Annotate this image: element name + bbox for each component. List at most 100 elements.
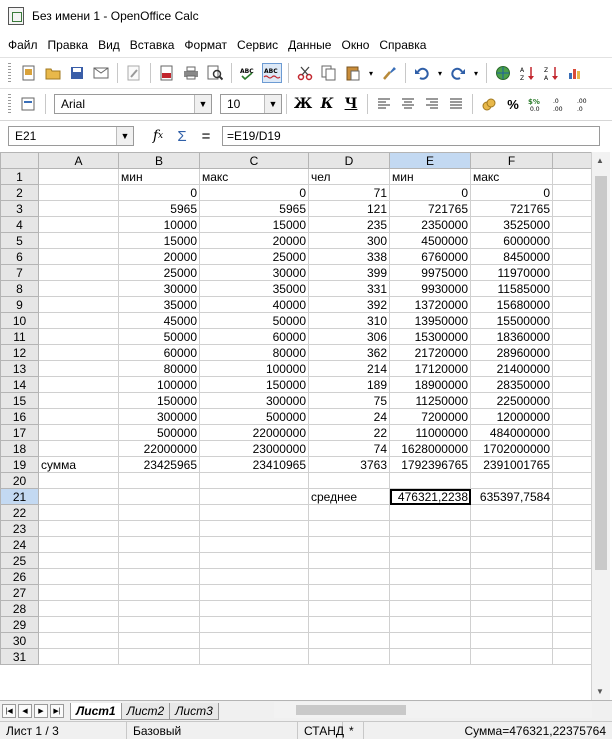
cell-B11[interactable]: 50000 <box>118 328 200 345</box>
cell-D2[interactable]: 71 <box>308 184 390 201</box>
row-header[interactable]: 29 <box>0 616 39 633</box>
cell-A10[interactable] <box>38 312 119 329</box>
cell-D25[interactable] <box>308 552 390 569</box>
cell-A1[interactable] <box>38 168 119 185</box>
underline-button[interactable]: Ч <box>341 94 361 114</box>
menu-window[interactable]: Окно <box>341 38 369 52</box>
cell-E31[interactable] <box>389 648 471 665</box>
row-header[interactable]: 2 <box>0 184 39 201</box>
formula-input[interactable]: =E19/D19 <box>222 126 600 146</box>
cell-C7[interactable]: 30000 <box>199 264 309 281</box>
cell-D4[interactable]: 235 <box>308 216 390 233</box>
column-header[interactable]: B <box>118 152 200 169</box>
sum-icon[interactable]: Σ <box>172 126 192 146</box>
cell-E5[interactable]: 4500000 <box>389 232 471 249</box>
cell-A8[interactable] <box>38 280 119 297</box>
cell-B28[interactable] <box>118 600 200 617</box>
row-header[interactable]: 12 <box>0 344 39 361</box>
cell-empty[interactable] <box>552 424 593 441</box>
row-header[interactable]: 26 <box>0 568 39 585</box>
cell-empty[interactable] <box>552 360 593 377</box>
cell-F25[interactable] <box>470 552 553 569</box>
cell-C18[interactable]: 23000000 <box>199 440 309 457</box>
cell-empty[interactable] <box>552 312 593 329</box>
cell-C8[interactable]: 35000 <box>199 280 309 297</box>
cell-B17[interactable]: 500000 <box>118 424 200 441</box>
cell-C16[interactable]: 500000 <box>199 408 309 425</box>
cell-E27[interactable] <box>389 584 471 601</box>
percent-format-icon[interactable]: % <box>503 94 523 114</box>
cell-E29[interactable] <box>389 616 471 633</box>
cell-D7[interactable]: 399 <box>308 264 390 281</box>
cell-D13[interactable]: 214 <box>308 360 390 377</box>
cell-F10[interactable]: 15500000 <box>470 312 553 329</box>
cell-B8[interactable]: 30000 <box>118 280 200 297</box>
status-page-style[interactable]: Базовый <box>127 722 298 739</box>
cell-empty[interactable] <box>552 264 593 281</box>
cell-empty[interactable] <box>552 408 593 425</box>
align-left-icon[interactable] <box>374 94 394 114</box>
cell-E16[interactable]: 7200000 <box>389 408 471 425</box>
cell-A22[interactable] <box>38 504 119 521</box>
cell-F20[interactable] <box>470 472 553 489</box>
cell-empty[interactable] <box>552 552 593 569</box>
row-header[interactable]: 28 <box>0 600 39 617</box>
cell-D16[interactable]: 24 <box>308 408 390 425</box>
cell-E30[interactable] <box>389 632 471 649</box>
name-box[interactable]: E21 ▼ <box>8 126 134 146</box>
cell-C15[interactable]: 300000 <box>199 392 309 409</box>
row-header[interactable]: 18 <box>0 440 39 457</box>
last-sheet-icon[interactable]: ▶| <box>50 704 64 718</box>
cell-D26[interactable] <box>308 568 390 585</box>
cell-E14[interactable]: 18900000 <box>389 376 471 393</box>
cell-empty[interactable] <box>552 472 593 489</box>
sheet-tab-1[interactable]: Лист1 <box>70 702 122 720</box>
row-header[interactable]: 20 <box>0 472 39 489</box>
cell-F6[interactable]: 8450000 <box>470 248 553 265</box>
cell-E18[interactable]: 1628000000 <box>389 440 471 457</box>
cell-A29[interactable] <box>38 616 119 633</box>
cell-E15[interactable]: 11250000 <box>389 392 471 409</box>
row-header[interactable]: 15 <box>0 392 39 409</box>
cell-empty[interactable] <box>552 392 593 409</box>
cell-C21[interactable] <box>199 488 309 505</box>
cell-B31[interactable] <box>118 648 200 665</box>
cell-empty[interactable] <box>552 536 593 553</box>
cell-F11[interactable]: 18360000 <box>470 328 553 345</box>
cell-A14[interactable] <box>38 376 119 393</box>
cell-B7[interactable]: 25000 <box>118 264 200 281</box>
cell-C25[interactable] <box>199 552 309 569</box>
cell-F7[interactable]: 11970000 <box>470 264 553 281</box>
cell-empty[interactable] <box>552 232 593 249</box>
cell-C1[interactable]: макс <box>199 168 309 185</box>
cell-empty[interactable] <box>552 488 593 505</box>
horizontal-scroll-thumb[interactable] <box>296 705 406 715</box>
cell-C27[interactable] <box>199 584 309 601</box>
column-header[interactable]: D <box>308 152 390 169</box>
cell-A7[interactable] <box>38 264 119 281</box>
edit-file-icon[interactable] <box>124 63 144 83</box>
cell-A30[interactable] <box>38 632 119 649</box>
add-decimal-icon[interactable]: .0.00 <box>551 94 571 114</box>
cell-B25[interactable] <box>118 552 200 569</box>
cell-F26[interactable] <box>470 568 553 585</box>
cell-D14[interactable]: 189 <box>308 376 390 393</box>
cell-A13[interactable] <box>38 360 119 377</box>
cell-E10[interactable]: 13950000 <box>389 312 471 329</box>
cell-F30[interactable] <box>470 632 553 649</box>
row-header[interactable]: 27 <box>0 584 39 601</box>
row-header[interactable]: 23 <box>0 520 39 537</box>
cell-F12[interactable]: 28960000 <box>470 344 553 361</box>
cell-B20[interactable] <box>118 472 200 489</box>
cell-B1[interactable]: мин <box>118 168 200 185</box>
cell-E1[interactable]: мин <box>389 168 471 185</box>
cell-F22[interactable] <box>470 504 553 521</box>
save-icon[interactable] <box>67 63 87 83</box>
cell-E11[interactable]: 15300000 <box>389 328 471 345</box>
cell-D3[interactable]: 121 <box>308 200 390 217</box>
cell-C2[interactable]: 0 <box>199 184 309 201</box>
column-header[interactable]: E <box>389 152 471 169</box>
row-header[interactable]: 13 <box>0 360 39 377</box>
cell-C4[interactable]: 15000 <box>199 216 309 233</box>
cell-F21[interactable]: 635397,7584 <box>470 488 553 505</box>
